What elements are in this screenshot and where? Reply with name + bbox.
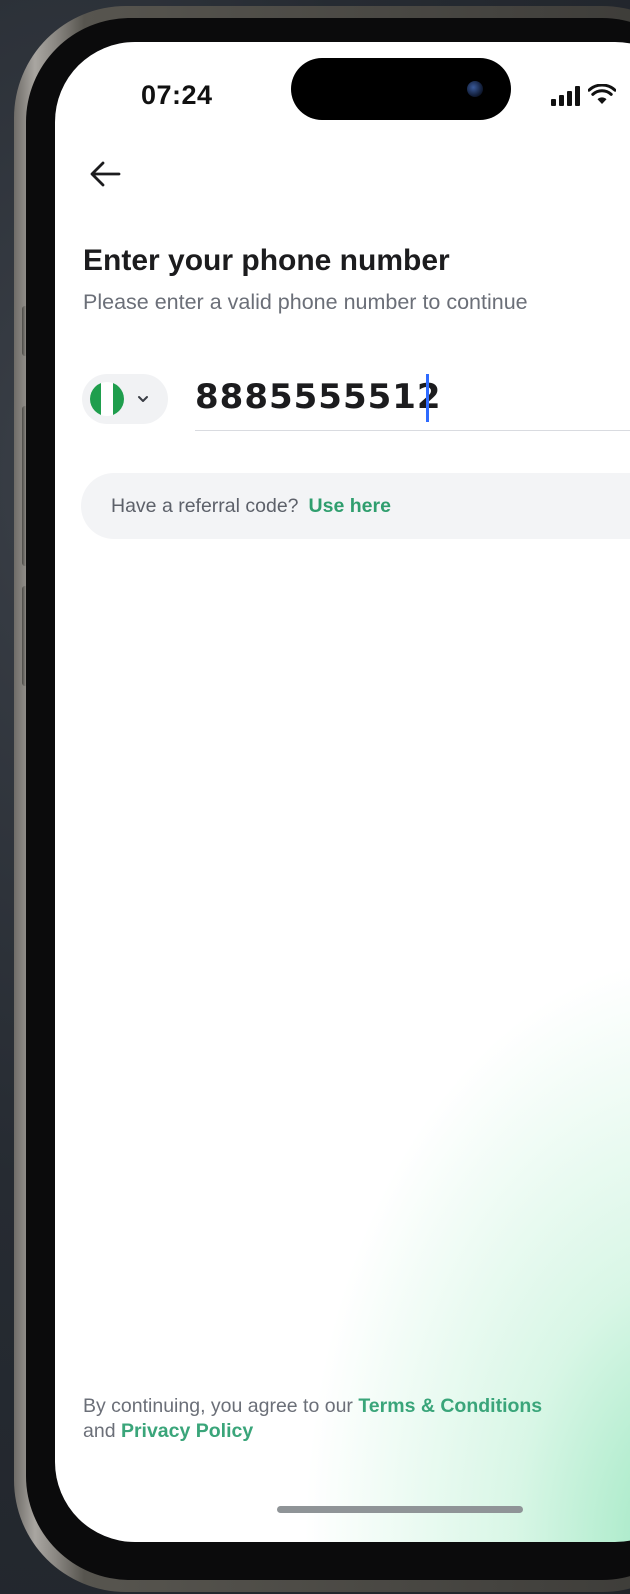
nigeria-flag-icon bbox=[90, 382, 124, 416]
legal-conjunction: and bbox=[83, 1420, 121, 1442]
status-icons bbox=[551, 84, 616, 106]
flag-stripe-right bbox=[112, 382, 124, 416]
cellular-signal-icon bbox=[551, 86, 580, 106]
wifi-icon bbox=[588, 84, 616, 106]
page-title: Enter your phone number bbox=[83, 244, 450, 277]
phone-number-input[interactable] bbox=[195, 368, 630, 426]
country-code-selector[interactable] bbox=[82, 374, 168, 424]
referral-use-here-link[interactable]: Use here bbox=[309, 495, 391, 518]
flag-stripe-left bbox=[90, 382, 102, 416]
text-caret bbox=[426, 374, 429, 422]
flag-stripe-center bbox=[101, 382, 113, 416]
privacy-policy-link[interactable]: Privacy Policy bbox=[121, 1420, 253, 1442]
legal-prefix: By continuing, you agree to our bbox=[83, 1395, 359, 1417]
arrow-left-icon bbox=[90, 161, 121, 187]
chevron-down-icon bbox=[138, 396, 148, 402]
camera-icon bbox=[467, 81, 483, 97]
status-time: 07:24 bbox=[141, 80, 213, 110]
dynamic-island bbox=[291, 58, 511, 120]
app-screen: 07:24 Enter your phone number Please ent… bbox=[55, 42, 630, 1542]
referral-prompt: Have a referral code? bbox=[111, 494, 299, 517]
device-mockup: 07:24 Enter your phone number Please ent… bbox=[0, 0, 630, 1594]
back-button[interactable] bbox=[85, 154, 125, 194]
home-indicator[interactable] bbox=[277, 1506, 523, 1513]
terms-link[interactable]: Terms & Conditions bbox=[358, 1395, 542, 1417]
phone-number-field[interactable] bbox=[195, 368, 630, 431]
referral-banner: Have a referral code? Use here bbox=[81, 473, 630, 539]
legal-notice: By continuing, you agree to our Terms & … bbox=[83, 1394, 543, 1444]
page-subtitle: Please enter a valid phone number to con… bbox=[83, 290, 528, 314]
